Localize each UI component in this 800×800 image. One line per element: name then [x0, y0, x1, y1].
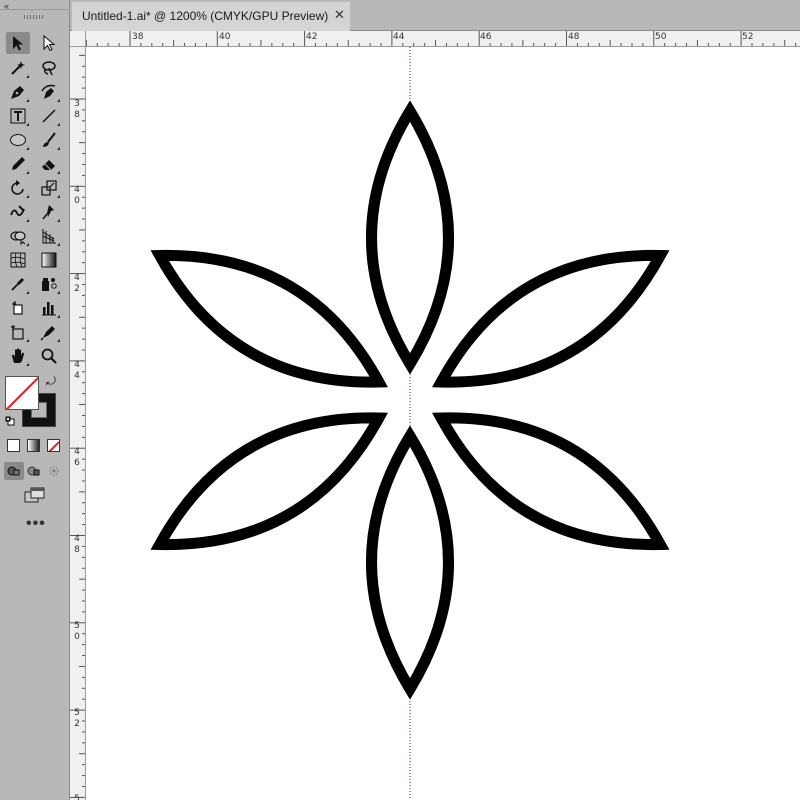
curvature-tool-icon[interactable] [37, 81, 61, 103]
slice-select-tool-icon[interactable] [37, 321, 61, 343]
horizontal-ruler-ticks [86, 31, 797, 46]
none-mode-button[interactable] [47, 439, 60, 452]
flower-petal[interactable] [140, 222, 398, 415]
ruler-label: 52 [74, 708, 80, 729]
artboard-tool-icon[interactable] [6, 297, 30, 319]
ruler-label: 40 [219, 32, 231, 42]
ruler-label: 48 [74, 534, 80, 555]
pencil-tool-icon[interactable] [6, 153, 30, 175]
ruler-label: 44 [74, 360, 80, 381]
zoom-tool-icon[interactable] [37, 345, 61, 367]
ruler-origin-corner[interactable] [70, 31, 86, 47]
close-tab-icon[interactable]: ✕ [334, 7, 345, 23]
pen-tool-icon[interactable] [6, 81, 30, 103]
selection-tool-icon[interactable] [6, 32, 30, 54]
horizontal-ruler[interactable]: 38 40 42 44 46 48 50 52 [86, 31, 800, 47]
lasso-tool-icon[interactable] [37, 57, 61, 79]
vertical-ruler-ticks [70, 54, 85, 798]
line-segment-tool-icon[interactable] [37, 105, 61, 127]
ruler-label: 5 [74, 794, 80, 800]
eyedropper-tool-icon[interactable] [6, 273, 30, 295]
ruler-label: 46 [480, 32, 492, 42]
flower-shape[interactable] [140, 100, 680, 700]
panel-divider [0, 9, 70, 10]
mesh-tool-icon[interactable] [6, 249, 30, 271]
magic-wand-tool-icon[interactable] [6, 57, 30, 79]
hand-tool-icon[interactable] [6, 345, 30, 367]
column-graph-tool-icon[interactable] [37, 297, 61, 319]
ruler-label: 46 [74, 447, 80, 468]
flower-petal[interactable] [366, 100, 454, 375]
eraser-tool-icon[interactable] [37, 153, 61, 175]
ruler-label: 38 [74, 99, 80, 120]
shape-builder-tool-icon[interactable] [6, 225, 30, 247]
edit-toolbar-more-icon[interactable]: ••• [26, 515, 46, 533]
document-tab[interactable]: Untitled-1.ai* @ 1200% (CMYK/GPU Preview… [72, 2, 350, 31]
ruler-label: 52 [742, 32, 754, 42]
warp-tool-icon[interactable] [6, 201, 30, 223]
ruler-label: 42 [306, 32, 318, 42]
puppet-warp-tool-icon[interactable] [37, 201, 61, 223]
flower-petal[interactable] [366, 425, 454, 700]
ruler-label: 48 [568, 32, 580, 42]
draw-inside-icon[interactable] [44, 462, 64, 480]
ruler-label: 50 [655, 32, 667, 42]
document-tab-title: Untitled-1.ai* @ 1200% (CMYK/GPU Preview… [82, 9, 329, 23]
paintbrush-tool-icon[interactable] [37, 129, 61, 151]
draw-behind-icon[interactable] [24, 462, 44, 480]
ruler-label: 44 [393, 32, 405, 42]
fill-color-swatch[interactable] [5, 376, 39, 410]
flower-petal[interactable] [422, 385, 680, 578]
gradient-tool-icon[interactable] [37, 249, 61, 271]
gradient-mode-button[interactable] [27, 439, 40, 452]
scale-tool-icon[interactable] [37, 177, 61, 199]
artboard-canvas[interactable] [86, 47, 800, 800]
draw-normal-icon[interactable] [4, 462, 24, 480]
panel-grip-handle[interactable] [24, 15, 44, 19]
document-tab-bar: Untitled-1.ai* @ 1200% (CMYK/GPU Preview… [70, 0, 800, 31]
ruler-label: 42 [74, 273, 80, 294]
ellipse-tool-icon[interactable] [6, 129, 30, 151]
default-fill-stroke-icon[interactable] [5, 416, 15, 426]
tools-panel: « ⤾ ••• [0, 0, 70, 800]
symbol-sprayer-tool-icon[interactable] [37, 273, 61, 295]
flower-petal[interactable] [422, 222, 680, 415]
direct-selection-tool-icon[interactable] [37, 32, 61, 54]
change-screen-mode-icon[interactable] [24, 486, 46, 504]
color-mode-button[interactable] [7, 439, 20, 452]
type-tool-icon[interactable] [6, 105, 30, 127]
ruler-label: 50 [74, 621, 80, 642]
ruler-label: 38 [132, 32, 144, 42]
swap-fill-stroke-icon[interactable]: ⤾ [46, 374, 56, 389]
perspective-grid-tool-icon[interactable] [37, 225, 61, 247]
rotate-tool-icon[interactable] [6, 177, 30, 199]
vertical-ruler[interactable]: 38 40 42 44 46 48 50 52 5 [70, 47, 86, 800]
artwork-layer [140, 47, 680, 800]
ruler-label: 40 [74, 185, 80, 206]
flower-petal[interactable] [140, 385, 398, 578]
slice-tool-icon[interactable] [6, 321, 30, 343]
